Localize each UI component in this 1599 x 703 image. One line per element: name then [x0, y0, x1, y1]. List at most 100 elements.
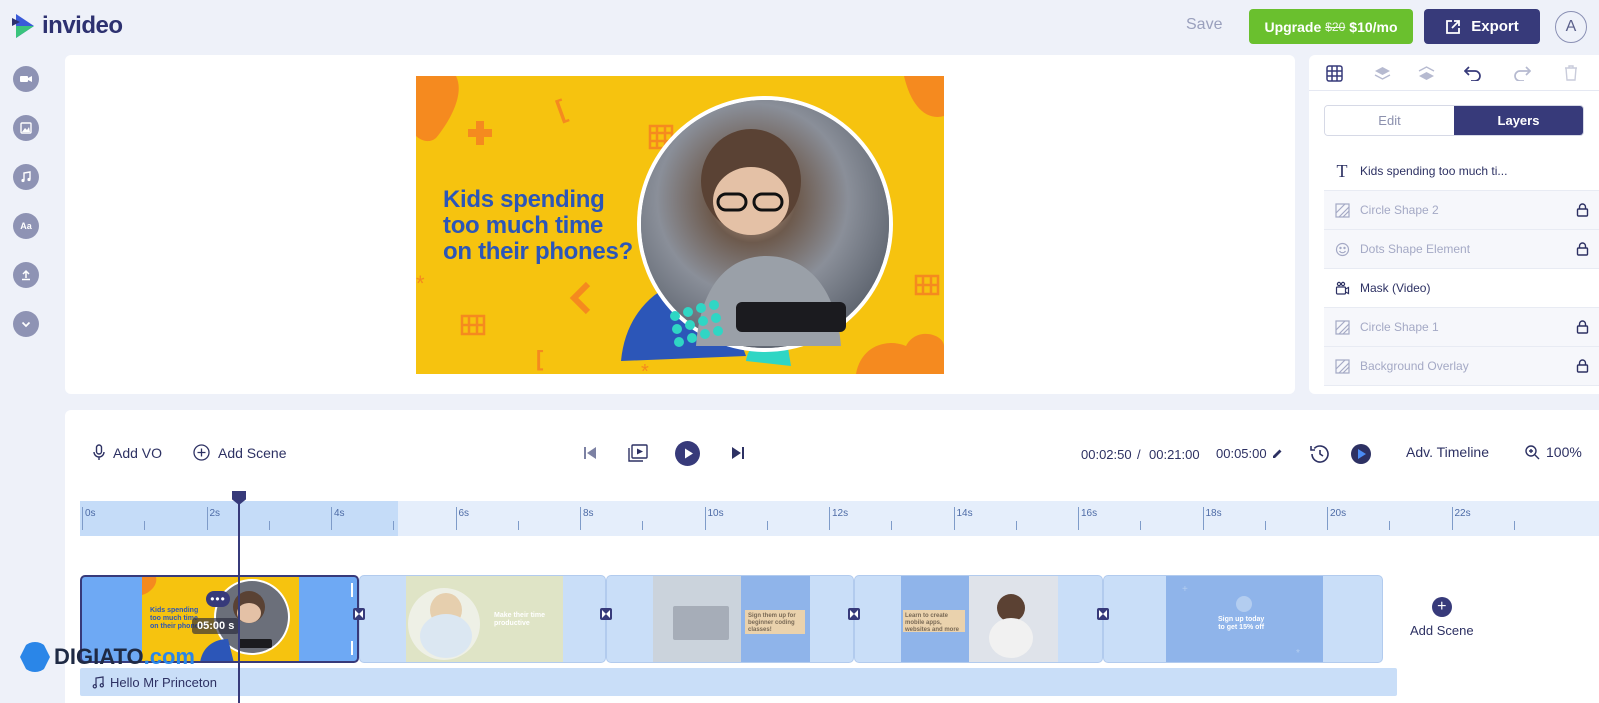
watermark-suffix: .com: [143, 644, 195, 669]
transition-icon[interactable]: [353, 608, 365, 620]
transition-icon[interactable]: [600, 608, 612, 620]
plus-circle-icon: [193, 444, 210, 461]
scene-duration-edit[interactable]: 00:05:00: [1216, 446, 1283, 461]
ruler-tick-minor: [517, 521, 519, 530]
scene-clip[interactable]: + * Sign up today to get 15% off: [1103, 575, 1383, 663]
brand-name: invideo: [42, 12, 123, 39]
right-panel: Edit Layers T Kids spending too much ti.…: [1309, 55, 1599, 394]
lock-icon[interactable]: [1565, 320, 1599, 334]
audio-track-name: Hello Mr Princeton: [110, 674, 217, 690]
watermark-name: DIGIATO: [54, 644, 144, 669]
skip-start-icon[interactable]: [583, 446, 597, 460]
ruler-tick-major: [1451, 507, 1453, 530]
sticker-icon: [1324, 242, 1360, 257]
trim-handle[interactable]: [351, 641, 353, 655]
history-icon[interactable]: [1309, 443, 1331, 465]
music-note-icon[interactable]: [13, 164, 39, 190]
music-note-icon: [92, 675, 104, 688]
canvas-title-text[interactable]: Kids spending too much time on their pho…: [443, 187, 633, 265]
video-camera-icon[interactable]: [13, 66, 39, 92]
skip-end-icon[interactable]: [731, 446, 745, 460]
scene-thumbnail: Sign them up for beginner coding classes…: [653, 576, 810, 662]
svg-text:*: *: [416, 271, 425, 296]
ruler-tick-label: 8s: [583, 508, 594, 519]
user-avatar[interactable]: A: [1555, 11, 1587, 43]
video-mask-icon: [1324, 281, 1360, 296]
lock-icon[interactable]: [1565, 359, 1599, 373]
scene-thumb-text: Sign them up for beginner coding classes…: [748, 613, 796, 633]
tab-layers[interactable]: Layers: [1454, 106, 1583, 135]
smart-play-icon[interactable]: [1350, 443, 1372, 465]
scene-thumb-text: Learn to create mobile apps, websites an…: [905, 613, 960, 633]
preview-scene-icon[interactable]: [628, 444, 648, 462]
scene-thumbnail: Make their time productive: [406, 576, 563, 662]
lock-icon[interactable]: [1565, 203, 1599, 217]
export-icon: [1446, 19, 1461, 34]
ruler-tick-label: 18s: [1205, 508, 1222, 519]
play-button[interactable]: [675, 441, 700, 466]
text-icon[interactable]: Aa: [13, 213, 39, 239]
scene-clip[interactable]: Make their time productive: [359, 575, 606, 663]
bring-forward-icon[interactable]: [1372, 63, 1392, 83]
scene-clip[interactable]: Learn to create mobile apps, websites an…: [854, 575, 1103, 663]
layer-item[interactable]: Circle Shape 2: [1324, 191, 1599, 230]
zoom-control[interactable]: 100%: [1525, 444, 1582, 460]
time-separator: /: [1137, 447, 1141, 462]
shape-icon: [1324, 358, 1360, 374]
ruler-tick-label: 12s: [832, 508, 849, 519]
layer-item[interactable]: Dots Shape Element: [1324, 230, 1599, 269]
tab-edit[interactable]: Edit: [1325, 106, 1454, 135]
layer-name: Mask (Video): [1360, 281, 1431, 295]
layer-name: Circle Shape 1: [1360, 320, 1439, 334]
image-icon[interactable]: [13, 115, 39, 141]
add-vo-label: Add VO: [113, 444, 163, 461]
zoom-level: 100%: [1546, 444, 1582, 460]
add-scene-button[interactable]: + Add Scene: [1410, 597, 1474, 638]
layer-item[interactable]: T Kids spending too much ti...: [1324, 152, 1599, 191]
redo-icon[interactable]: [1512, 63, 1532, 83]
ruler-tick-minor: [1140, 521, 1142, 530]
add-vo-button[interactable]: Add VO: [93, 444, 162, 461]
trash-icon[interactable]: [1561, 63, 1581, 83]
adv-timeline-label: Adv. Timeline: [1406, 444, 1489, 460]
transition-icon[interactable]: [1097, 608, 1109, 620]
layer-name: Circle Shape 2: [1360, 203, 1439, 217]
scene-options-button[interactable]: •••: [206, 591, 230, 607]
trim-handle[interactable]: [351, 583, 353, 597]
scene-thumb-text: Sign up today to get 15% off: [1218, 616, 1265, 631]
export-button[interactable]: Export: [1424, 9, 1540, 44]
ruler-tick-label: 4s: [334, 508, 345, 519]
pencil-icon: [1272, 449, 1282, 458]
layer-item[interactable]: Mask (Video): [1324, 269, 1599, 308]
grid-icon[interactable]: [1324, 63, 1344, 83]
upgrade-price: $10/mo: [1349, 18, 1398, 35]
upload-icon[interactable]: [13, 262, 39, 288]
timeline-ruler[interactable]: 0s 2s 4s 6s 8s 10s 12s 14s 16s 18s 20s 22s: [80, 501, 1599, 536]
chevron-down-icon[interactable]: [13, 311, 39, 337]
send-backward-icon[interactable]: [1416, 63, 1436, 83]
transition-icon[interactable]: [848, 608, 860, 620]
add-scene-button-label: Add Scene: [1410, 623, 1474, 638]
layer-item[interactable]: Circle Shape 1: [1324, 308, 1599, 347]
scene-clip[interactable]: Sign them up for beginner coding classes…: [606, 575, 854, 663]
layer-toolbar: [1309, 55, 1599, 91]
audio-track[interactable]: Hello Mr Princeton: [80, 668, 1397, 696]
adv-timeline-button[interactable]: Adv. Timeline: [1406, 444, 1489, 460]
ruler-tick-label: 14s: [956, 508, 973, 519]
scene-duration: 00:05:00: [1216, 446, 1267, 461]
undo-icon[interactable]: [1463, 63, 1483, 83]
add-scene-top-button[interactable]: Add Scene: [193, 444, 287, 461]
save-button[interactable]: Save: [1186, 16, 1222, 34]
lock-icon[interactable]: [1565, 242, 1599, 256]
svg-text:*: *: [1296, 648, 1300, 659]
playhead[interactable]: [238, 491, 240, 703]
total-time: 00:21:00: [1149, 447, 1200, 462]
invideo-logo[interactable]: invideo: [12, 12, 123, 40]
ruler-tick-label: 20s: [1330, 508, 1347, 519]
layer-name: Background Overlay: [1360, 359, 1469, 373]
text-icon: T: [1336, 160, 1348, 181]
layer-item[interactable]: Background Overlay: [1324, 347, 1599, 386]
upgrade-button[interactable]: Upgrade $20 $10/mo: [1249, 9, 1413, 44]
video-canvas[interactable]: [ [ * * Kids spending too much time on t…: [416, 76, 944, 374]
microphone-icon: [93, 444, 105, 460]
